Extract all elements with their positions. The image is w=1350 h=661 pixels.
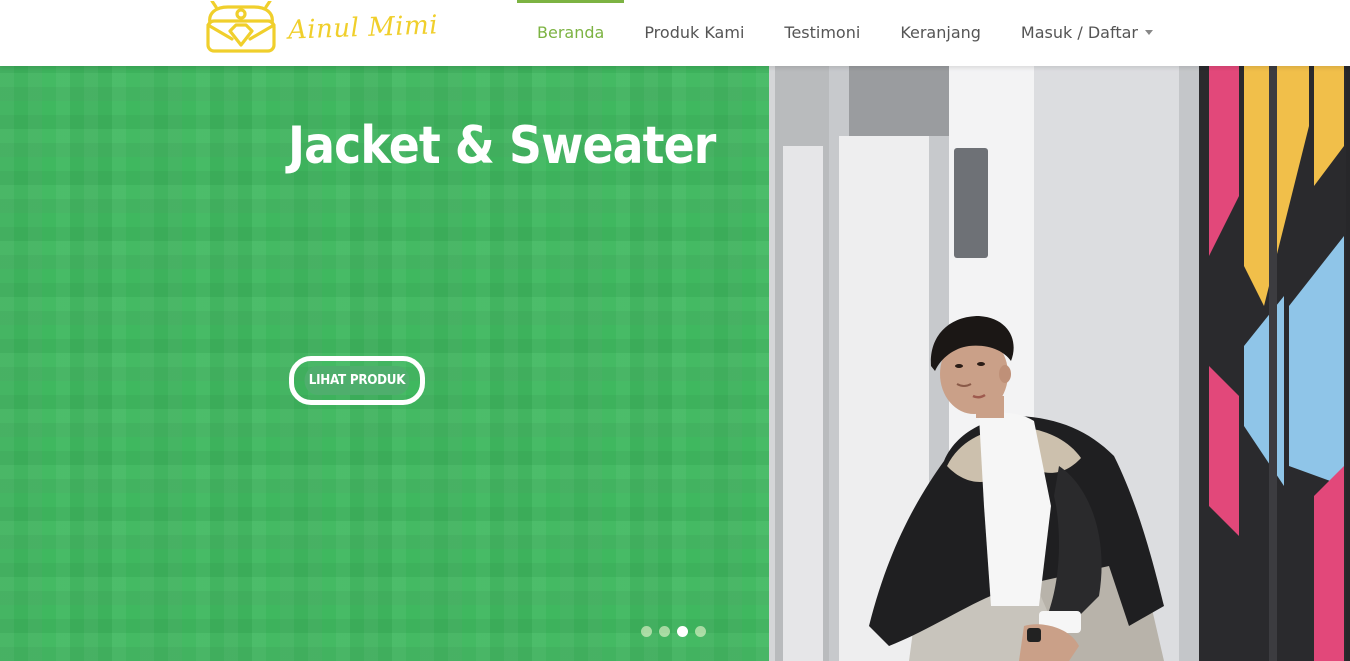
model-photo-image [769, 66, 1350, 661]
slider-dot[interactable] [659, 626, 670, 637]
view-products-button[interactable]: LIHAT PRODUK [289, 356, 425, 405]
slider-dot-active[interactable] [677, 626, 688, 637]
brand-logo[interactable]: Ainul Mimi [202, 0, 439, 56]
slider-dot[interactable] [641, 626, 652, 637]
nav-item-masuk-daftar[interactable]: Masuk / Daftar [1001, 0, 1173, 64]
nav-item-beranda[interactable]: Beranda [517, 0, 625, 64]
page-scrollbar[interactable] [1346, 66, 1350, 661]
nav-item-produk-kami[interactable]: Produk Kami [624, 0, 764, 64]
hero-photo [769, 66, 1350, 661]
hero-text-panel: Jacket & Sweater LIHAT PRODUK [0, 66, 769, 661]
view-products-button-label: LIHAT PRODUK [304, 366, 410, 395]
nav-item-masuk-daftar-label: Masuk / Daftar [1020, 22, 1138, 42]
site-header: Ainul Mimi Beranda Produk Kami Testimoni… [0, 0, 1350, 66]
main-nav: Beranda Produk Kami Testimoni Keranjang … [517, 0, 1173, 64]
hero-slider: Jacket & Sweater LIHAT PRODUK [0, 66, 1350, 661]
slide-title: Jacket & Sweater [288, 116, 716, 176]
brand-name: Ainul Mimi [287, 10, 439, 46]
slider-dot[interactable] [695, 626, 706, 637]
chevron-down-icon [1144, 29, 1153, 35]
nav-item-testimoni[interactable]: Testimoni [764, 0, 880, 64]
bag-icon [206, 1, 276, 53]
slider-pagination [641, 626, 706, 637]
nav-item-keranjang[interactable]: Keranjang [880, 0, 1001, 64]
